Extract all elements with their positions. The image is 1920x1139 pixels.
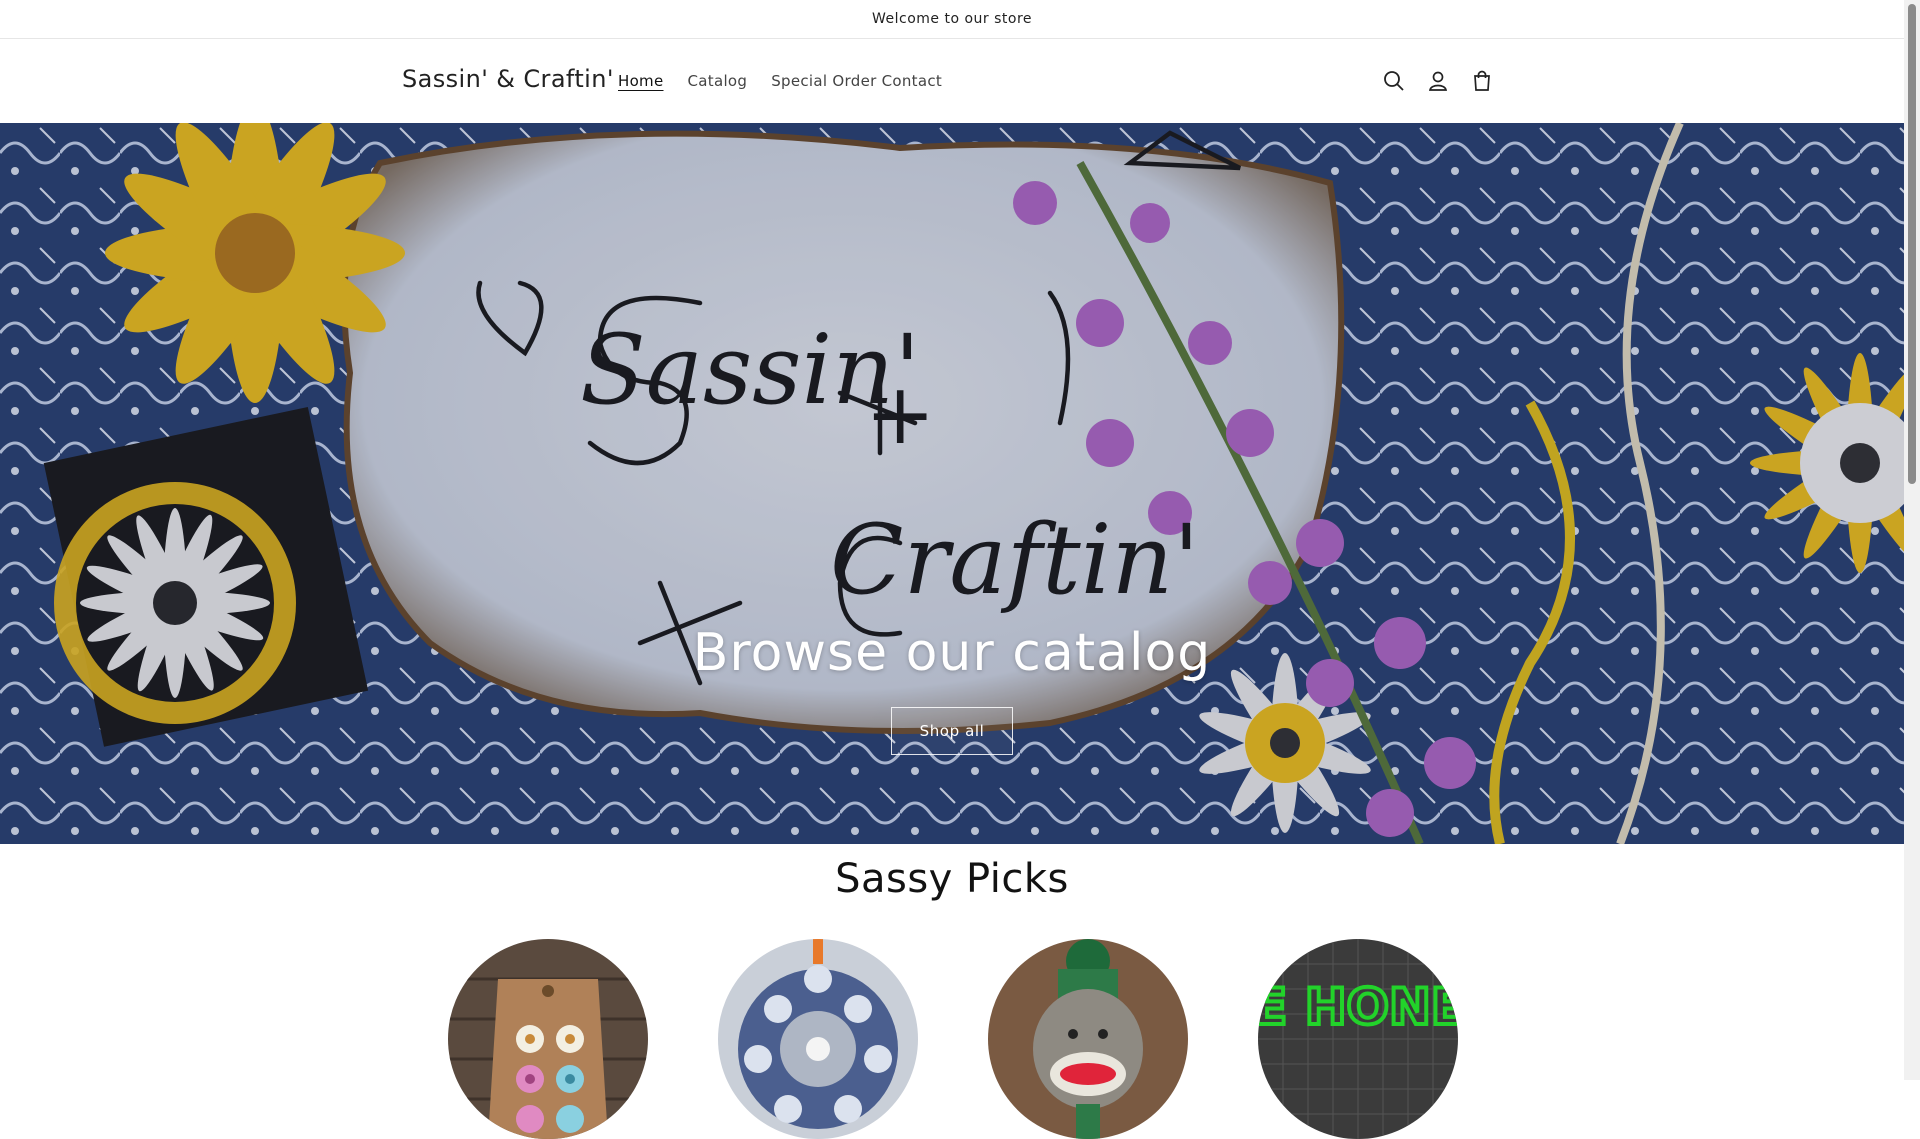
hero-title: Browse our catalog [692, 623, 1212, 683]
nav-home[interactable]: Home [618, 72, 664, 90]
earrings-image [448, 939, 648, 1139]
hero-banner: Sassin' + Craftin' Browse our catalog Sh… [0, 123, 1904, 844]
bee-honest-text: BEE HONEST [1258, 978, 1458, 1036]
nav-special-order-contact[interactable]: Special Order Contact [771, 72, 942, 90]
store-logo[interactable]: Sassin' & Craftin' [402, 65, 614, 93]
announcement-text: Welcome to our store [871, 11, 1033, 27]
search-icon[interactable] [1380, 67, 1408, 95]
wreath-image [718, 939, 918, 1139]
site-header: Sassin' & Craftin' Home Catalog Special … [0, 39, 1904, 123]
cart-icon[interactable] [1468, 67, 1496, 95]
collection-list: BEE HONEST [448, 939, 1458, 1139]
page-scrollbar[interactable] [1904, 0, 1920, 1080]
account-icon[interactable] [1424, 67, 1452, 95]
announcement-bar: Welcome to our store [0, 0, 1904, 39]
nav-catalog[interactable]: Catalog [688, 72, 748, 90]
pick-bee-honest[interactable]: BEE HONEST [1258, 939, 1458, 1139]
bee-honest-image: BEE HONEST [1258, 939, 1458, 1139]
sock-monkey-image [988, 939, 1188, 1139]
header-icons [1380, 67, 1496, 95]
scrollbar-thumb[interactable] [1908, 4, 1916, 484]
shop-all-button[interactable]: Shop all [891, 707, 1013, 755]
pick-sock-monkey[interactable] [988, 939, 1188, 1139]
pick-wreath[interactable] [718, 939, 918, 1139]
pick-earrings[interactable] [448, 939, 648, 1139]
main-nav: Home Catalog Special Order Contact [618, 72, 942, 90]
collection-title: Sassy Picks [835, 856, 1069, 902]
